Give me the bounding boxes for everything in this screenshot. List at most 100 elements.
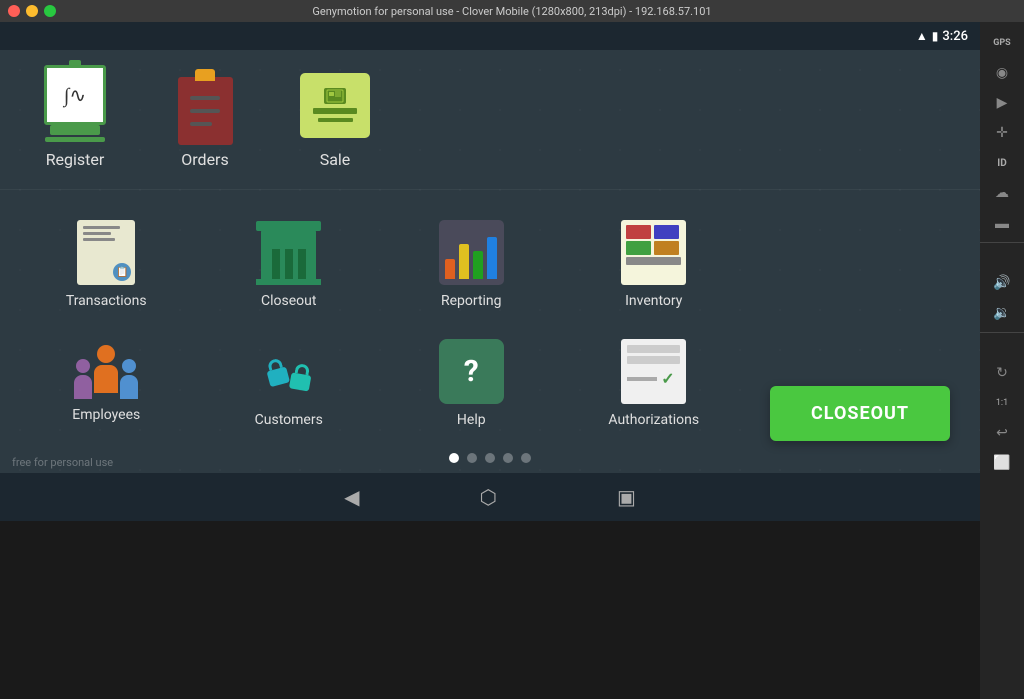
page-dot-1[interactable] — [449, 453, 459, 463]
trans-line-1 — [83, 226, 120, 229]
auth-checkmark: ✓ — [661, 369, 674, 388]
transactions-badge: 📋 — [113, 263, 131, 281]
orders-line-3 — [190, 122, 212, 126]
register-stand — [50, 125, 100, 135]
auth-check-row: ✓ — [627, 369, 680, 388]
closeout-label: Closeout — [261, 293, 316, 309]
orders-app[interactable]: Orders — [170, 70, 240, 169]
report-bar-1 — [445, 259, 455, 279]
reporting-icon — [439, 220, 504, 285]
sale-icon-container — [300, 70, 370, 140]
closeout-icon — [259, 220, 319, 285]
dpad-icon: ✛ — [987, 122, 1017, 144]
lock-2 — [289, 362, 313, 391]
authorizations-app[interactable]: ✓ Authorizations — [568, 329, 741, 438]
help-app[interactable]: ? Help — [385, 329, 558, 438]
trans-line-3 — [83, 238, 115, 241]
inventory-app[interactable]: Inventory — [568, 210, 741, 319]
home-button[interactable]: ⬡ — [480, 485, 497, 509]
maximize-button[interactable] — [44, 5, 56, 17]
inv-row-2 — [626, 241, 681, 255]
emp-person-2 — [94, 345, 118, 393]
window-controls[interactable] — [8, 5, 56, 17]
report-bar-2 — [459, 244, 469, 279]
orders-line-2 — [190, 109, 220, 113]
content-area: ∫∿ Register — [0, 50, 980, 521]
sms-icon: ▬ — [987, 212, 1017, 234]
inv-block-4 — [654, 241, 679, 255]
sale-app[interactable]: Sale — [300, 70, 370, 169]
divider-1 — [980, 242, 1024, 264]
volume-down-icon[interactable]: 🔉 — [987, 302, 1017, 324]
orders-line-1 — [190, 96, 220, 100]
gps-label: GPS — [987, 32, 1017, 54]
transactions-app[interactable]: 📋 Transactions — [20, 210, 193, 319]
inv-row-3 — [626, 257, 681, 265]
employees-icon — [74, 339, 139, 399]
inv-block-2 — [654, 225, 679, 239]
closeout-col-1 — [272, 249, 280, 279]
status-icons: ▲ ▮ 3:26 — [916, 29, 968, 44]
orders-icon-container — [170, 70, 240, 140]
emp-body-1 — [74, 375, 92, 399]
orders-label: Orders — [181, 150, 228, 169]
camera-icon: ◉ — [987, 62, 1017, 84]
register-label: Register — [46, 150, 105, 169]
transactions-icon: 📋 — [77, 220, 135, 285]
emp-person-1 — [74, 359, 92, 399]
android-screen: ▲ ▮ 3:26 ∫∿ Register — [0, 22, 980, 699]
battery-icon: ▮ — [932, 29, 939, 43]
inv-block-5 — [626, 257, 681, 265]
inv-block-3 — [626, 241, 651, 255]
closeout-app[interactable]: Closeout — [203, 210, 376, 319]
closeout-col-3 — [298, 249, 306, 279]
minimize-button[interactable] — [26, 5, 38, 17]
recents-button[interactable]: ▣ — [617, 485, 636, 509]
window-title: Genymotion for personal use - Clover Mob… — [312, 5, 711, 18]
employees-app[interactable]: Employees — [20, 329, 193, 438]
help-icon: ? — [439, 339, 504, 404]
employees-label: Employees — [72, 407, 140, 423]
back-button[interactable]: ◀ — [344, 485, 359, 509]
page-dot-4[interactable] — [503, 453, 513, 463]
closeout-columns — [272, 249, 306, 279]
inventory-label: Inventory — [625, 293, 682, 309]
register-base — [45, 137, 105, 142]
id-icon: ID — [987, 152, 1017, 174]
emp-body-2 — [94, 365, 118, 393]
divider-2 — [980, 332, 1024, 354]
auth-line-3 — [627, 377, 657, 381]
pagination — [20, 438, 960, 473]
closeout-building — [261, 229, 316, 279]
customers-app[interactable]: Customers — [203, 329, 376, 438]
help-label: Help — [457, 412, 486, 428]
closeout-col-2 — [285, 249, 293, 279]
register-icon-container: ∫∿ — [40, 70, 110, 140]
register-app[interactable]: ∫∿ Register — [40, 70, 110, 169]
rotate-icon[interactable]: ↻ — [987, 362, 1017, 384]
orders-lines — [190, 94, 220, 128]
back-nav-icon[interactable]: ↩ — [987, 422, 1017, 444]
page-dot-5[interactable] — [521, 453, 531, 463]
close-button[interactable] — [8, 5, 20, 17]
media-icon: ▶ — [987, 92, 1017, 114]
reporting-app[interactable]: Reporting — [385, 210, 558, 319]
emp-person-3 — [120, 359, 138, 399]
top-apps-section: ∫∿ Register — [0, 50, 980, 190]
reporting-label: Reporting — [441, 293, 502, 309]
apps-grid: 📋 Transactions — [20, 210, 740, 438]
closeout-base — [256, 279, 321, 285]
sale-label: Sale — [320, 150, 351, 169]
register-signature: ∫∿ — [64, 83, 86, 108]
page-dot-2[interactable] — [467, 453, 477, 463]
customers-label: Customers — [255, 412, 323, 428]
orders-icon — [173, 65, 238, 145]
page-dot-3[interactable] — [485, 453, 495, 463]
emp-head-2 — [97, 345, 115, 363]
volume-up-icon[interactable]: 🔊 — [987, 272, 1017, 294]
nfc-icon: ☁ — [987, 182, 1017, 204]
authorizations-label: Authorizations — [608, 412, 699, 428]
closeout-cta-button[interactable]: CLOSEOUT — [770, 386, 950, 441]
window-icon[interactable]: ⬜ — [987, 452, 1017, 474]
orders-clip — [195, 69, 215, 81]
